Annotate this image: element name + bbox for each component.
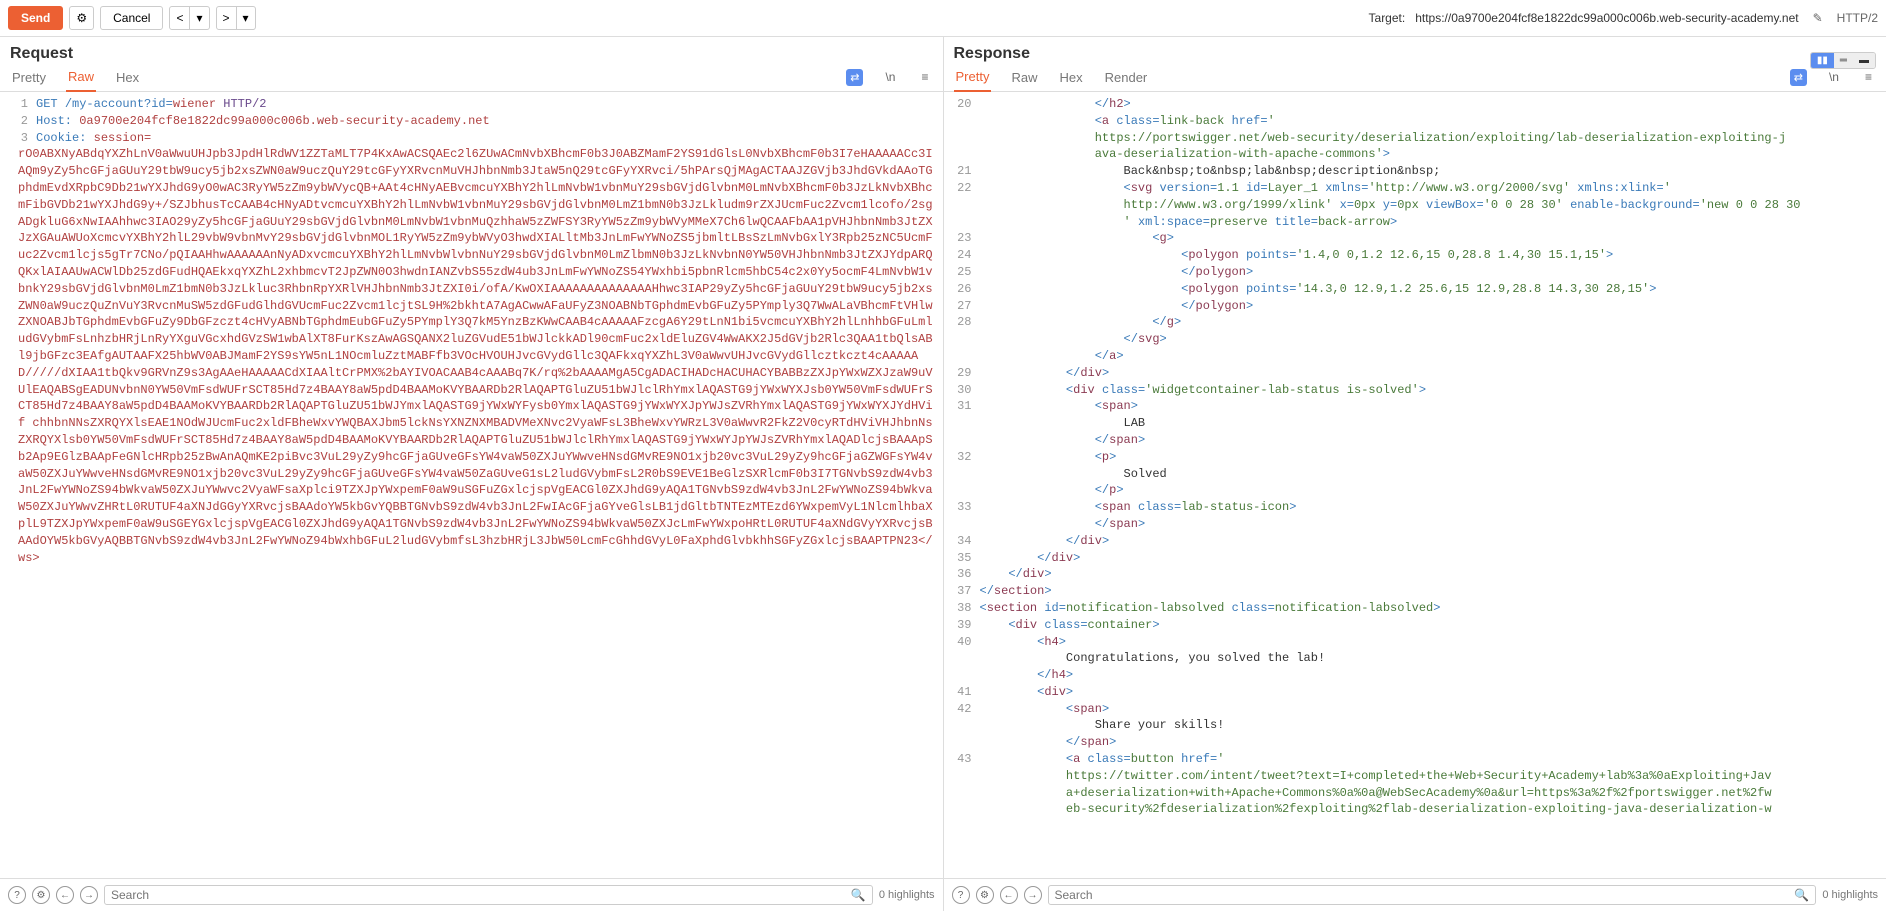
search-help-icon[interactable]: ? — [8, 886, 26, 904]
inspector-toggle-icon[interactable]: ⇄ — [846, 69, 863, 86]
request-tabs: Pretty Raw Hex ⇄ \n ≡ — [0, 63, 943, 92]
history-back-dropdown[interactable]: ▾ — [189, 6, 209, 30]
response-title: Response — [954, 45, 1030, 63]
request-highlights-count: 0 highlights — [879, 889, 935, 901]
settings-dropdown[interactable]: ⚙ — [69, 6, 94, 30]
request-search-box[interactable]: 🔍 — [104, 885, 873, 905]
request-title: Request — [10, 45, 73, 63]
request-search-input[interactable] — [111, 888, 851, 902]
response-bottom-bar: ? ⚙ ← → 🔍 0 highlights — [944, 878, 1886, 911]
tab-render-resp[interactable]: Render — [1103, 64, 1150, 91]
tab-pretty[interactable]: Pretty — [10, 64, 48, 91]
tab-hex-resp[interactable]: Hex — [1057, 64, 1084, 91]
search-settings-icon-resp[interactable]: ⚙ — [976, 886, 994, 904]
tab-raw-resp[interactable]: Raw — [1009, 64, 1039, 91]
inspector-toggle-icon-resp[interactable]: ⇄ — [1790, 69, 1807, 86]
response-highlights-count: 0 highlights — [1822, 889, 1878, 901]
history-back-button[interactable]: < — [169, 6, 190, 30]
newline-toggle-icon[interactable]: \n — [881, 66, 899, 88]
tab-raw[interactable]: Raw — [66, 63, 96, 92]
send-button[interactable]: Send — [8, 6, 63, 30]
search-next-icon[interactable]: → — [80, 886, 98, 904]
http-version-label: HTTP/2 — [1837, 11, 1878, 25]
search-prev-icon[interactable]: ← — [56, 886, 74, 904]
history-back-group: < ▾ — [169, 6, 209, 30]
tab-hex[interactable]: Hex — [114, 64, 141, 91]
response-layout-toggle[interactable]: ▮▮═▬ — [1810, 52, 1876, 69]
search-next-icon-resp[interactable]: → — [1024, 886, 1042, 904]
search-icon[interactable]: 🔍 — [851, 888, 866, 902]
response-tabs: Pretty Raw Hex Render ⇄ \n ≡ — [944, 63, 1886, 92]
hamburger-icon[interactable]: ≡ — [917, 66, 932, 88]
response-editor[interactable]: 20 </h2> <a class=link-back href=' https… — [944, 92, 1886, 878]
search-prev-icon-resp[interactable]: ← — [1000, 886, 1018, 904]
tab-pretty-resp[interactable]: Pretty — [954, 63, 992, 92]
target-label: Target: — [1369, 11, 1406, 25]
target-url: https://0a9700e204fcf8e1822dc99a000c006b… — [1415, 11, 1798, 25]
search-settings-icon[interactable]: ⚙ — [32, 886, 50, 904]
search-icon[interactable]: 🔍 — [1794, 888, 1809, 902]
request-editor[interactable]: 1GET /my-account?id=wiener HTTP/22Host: … — [0, 92, 943, 878]
newline-toggle-icon-resp[interactable]: \n — [1825, 66, 1843, 88]
request-panel: Request ▮▮═▬ Pretty Raw Hex ⇄ \n ≡ 1GET … — [0, 37, 944, 911]
response-search-box[interactable]: 🔍 — [1048, 885, 1817, 905]
search-help-icon-resp[interactable]: ? — [952, 886, 970, 904]
main-toolbar: Send ⚙ Cancel < ▾ > ▾ Target: https://0a… — [0, 0, 1886, 37]
response-panel: Response Pretty Raw Hex Render ⇄ \n ≡ 20… — [944, 37, 1886, 911]
history-forward-dropdown[interactable]: ▾ — [236, 6, 256, 30]
response-search-input[interactable] — [1055, 888, 1795, 902]
history-forward-group: > ▾ — [216, 6, 256, 30]
edit-target-icon[interactable]: ✎ — [1813, 11, 1823, 25]
cancel-button[interactable]: Cancel — [100, 6, 163, 30]
history-forward-button[interactable]: > — [216, 6, 237, 30]
hamburger-icon-resp[interactable]: ≡ — [1861, 66, 1876, 88]
request-bottom-bar: ? ⚙ ← → 🔍 0 highlights — [0, 878, 943, 911]
